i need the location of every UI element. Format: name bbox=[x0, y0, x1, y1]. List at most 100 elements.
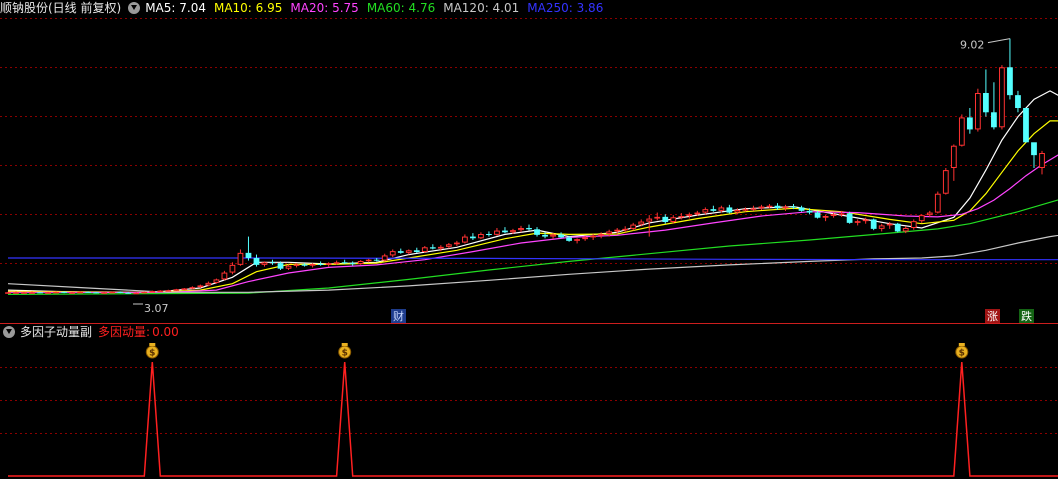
candle bbox=[926, 210, 933, 217]
candle-body bbox=[1023, 108, 1029, 143]
candle bbox=[798, 205, 805, 212]
candle-body bbox=[622, 228, 629, 231]
candle-body bbox=[445, 244, 452, 247]
candle-body bbox=[910, 221, 917, 228]
candle bbox=[654, 212, 661, 221]
candle-body bbox=[1039, 153, 1045, 168]
candle bbox=[429, 244, 436, 250]
candle-body bbox=[109, 291, 116, 294]
candle-body bbox=[566, 237, 572, 241]
candle bbox=[870, 218, 877, 231]
candle-body bbox=[542, 234, 548, 237]
money-bag-icon: $ bbox=[338, 343, 352, 359]
candle bbox=[381, 253, 388, 262]
ma-legend-item: MA5: 7.04 bbox=[145, 1, 206, 15]
candle-body bbox=[726, 207, 733, 213]
candle bbox=[958, 114, 965, 147]
candle-body bbox=[983, 93, 989, 113]
candle bbox=[389, 249, 396, 258]
ma-legend: MA5: 7.04 MA10: 6.95 MA20: 5.75 MA60: 4.76 M… bbox=[145, 0, 611, 16]
candle bbox=[173, 288, 180, 291]
candle-body bbox=[53, 291, 59, 294]
candle-body bbox=[918, 215, 925, 222]
candle-body bbox=[902, 228, 909, 232]
stock-title: 顺钠股份(日线 前复权) bbox=[0, 1, 122, 15]
event-markers: $ $ $ 财 涨 跌 bbox=[145, 309, 1034, 359]
candle bbox=[646, 215, 653, 237]
candle bbox=[854, 219, 861, 226]
candle-body bbox=[285, 265, 292, 269]
money-bag-symbol: $ bbox=[959, 349, 965, 359]
candle bbox=[269, 259, 276, 265]
candle bbox=[486, 231, 492, 237]
candle-body bbox=[774, 205, 781, 209]
chevron-down-icon[interactable] bbox=[128, 2, 141, 14]
candle bbox=[397, 248, 404, 254]
rise-marker-text: 涨 bbox=[987, 310, 998, 323]
candle-body bbox=[470, 236, 476, 239]
candle-body bbox=[325, 263, 332, 265]
candle-body bbox=[389, 251, 396, 256]
money-bag-neck bbox=[149, 343, 156, 346]
candle bbox=[518, 225, 524, 233]
candle bbox=[918, 214, 925, 223]
candle-body bbox=[189, 287, 196, 289]
fall-marker-text: 跌 bbox=[1021, 309, 1032, 323]
candle-body bbox=[181, 288, 188, 290]
candle-body bbox=[37, 292, 43, 294]
candle-body bbox=[822, 216, 829, 218]
candle bbox=[453, 240, 460, 246]
candle-body bbox=[21, 292, 27, 294]
candle-body bbox=[518, 228, 524, 231]
candle-body bbox=[341, 262, 348, 264]
candle-body bbox=[85, 291, 92, 293]
candle-body bbox=[45, 292, 51, 294]
candle bbox=[526, 224, 532, 231]
candle bbox=[910, 219, 917, 230]
candle bbox=[253, 254, 260, 267]
candle bbox=[950, 144, 957, 181]
candle-body bbox=[782, 206, 789, 209]
candle-body bbox=[205, 282, 212, 286]
candle-body bbox=[245, 252, 252, 258]
candle-body bbox=[510, 230, 516, 233]
candle-body bbox=[838, 213, 845, 215]
momentum-indicator bbox=[8, 361, 1058, 477]
candle-body bbox=[830, 214, 837, 217]
candle bbox=[1039, 150, 1045, 175]
chevron-down-icon[interactable] bbox=[3, 326, 15, 338]
candle-body bbox=[798, 207, 805, 211]
candle-body bbox=[253, 258, 260, 265]
candle bbox=[686, 212, 693, 219]
fall-marker: 跌 bbox=[1019, 309, 1034, 323]
ma-line-ma5 bbox=[7, 90, 1058, 293]
ma-legend-item: MA250: 3.86 bbox=[527, 1, 604, 15]
candle bbox=[983, 69, 989, 117]
candle-body bbox=[582, 237, 589, 240]
money-bag-symbol: $ bbox=[149, 349, 155, 359]
candle-body bbox=[991, 112, 997, 128]
ma-line-ma60 bbox=[7, 199, 1058, 295]
candle bbox=[966, 108, 973, 134]
candle-body bbox=[125, 292, 132, 294]
candle-body bbox=[942, 170, 949, 194]
candle bbox=[421, 246, 428, 253]
candle bbox=[1023, 108, 1029, 143]
candle-body bbox=[534, 229, 540, 235]
candle bbox=[726, 204, 733, 214]
candle-body bbox=[429, 247, 436, 249]
candle-body bbox=[502, 230, 508, 233]
candle-body bbox=[405, 250, 412, 253]
candle-body bbox=[1007, 67, 1013, 96]
candle-body bbox=[614, 229, 621, 232]
candle bbox=[662, 214, 669, 224]
candle-body bbox=[662, 216, 669, 222]
candle-body bbox=[413, 250, 420, 252]
candle bbox=[894, 222, 901, 233]
candle-body bbox=[93, 292, 100, 294]
candle-body bbox=[461, 236, 468, 243]
candle-body bbox=[606, 231, 613, 235]
candle-body bbox=[926, 212, 933, 216]
candle bbox=[413, 247, 420, 253]
candle-body bbox=[373, 259, 380, 261]
